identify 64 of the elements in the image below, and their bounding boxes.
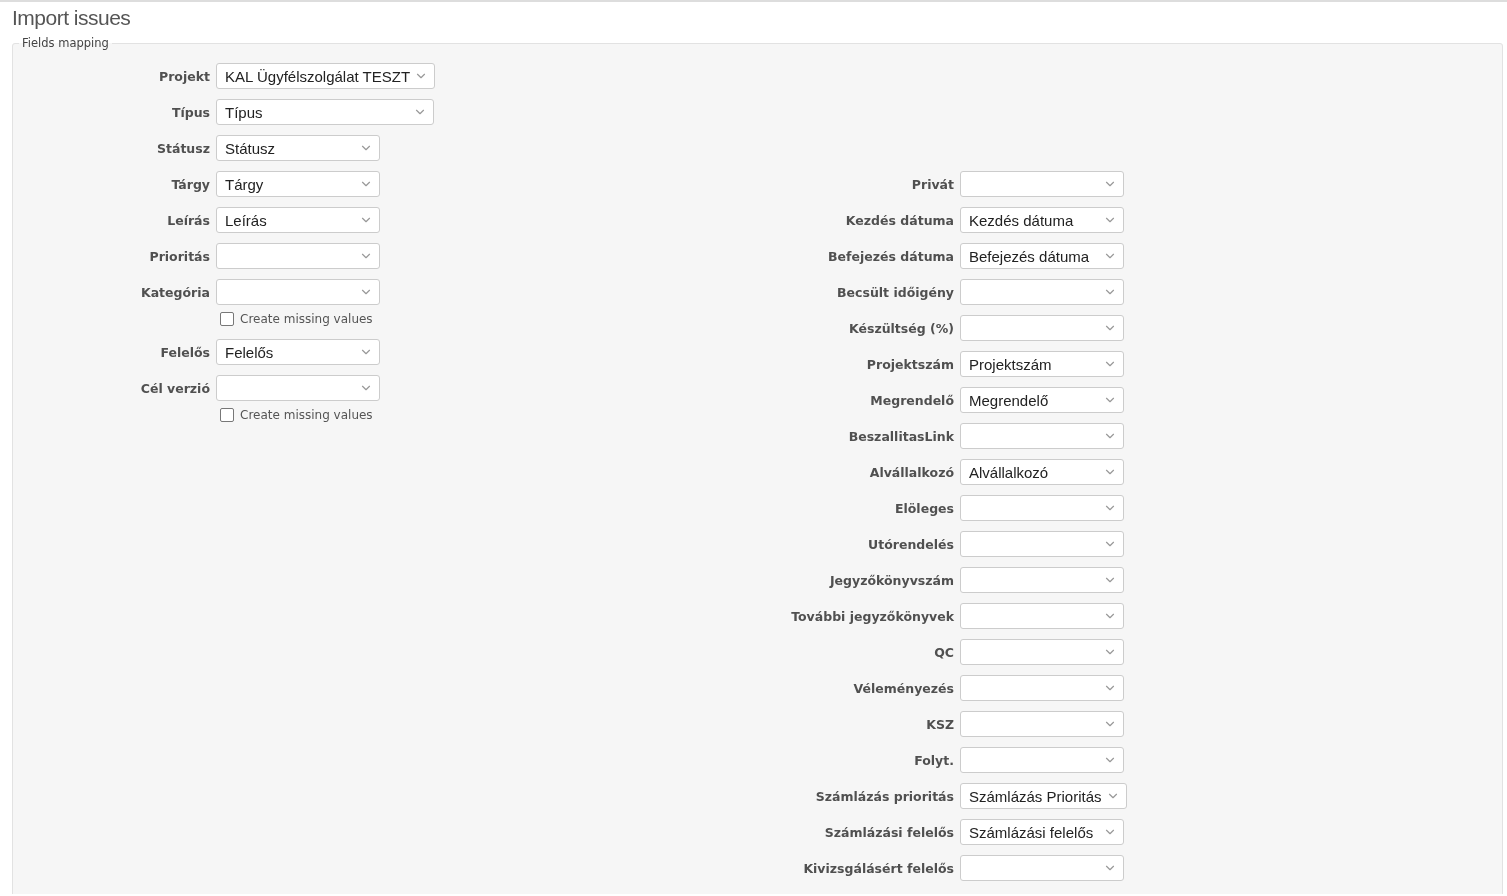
dropdown[interactable]: Leírás bbox=[216, 207, 380, 233]
field-label: Véleményezés bbox=[852, 680, 954, 696]
dropdown[interactable] bbox=[216, 243, 380, 269]
dropdown[interactable]: Megrendelő bbox=[960, 387, 1124, 413]
dropdown[interactable] bbox=[960, 747, 1124, 773]
dropdown[interactable]: Befejezés dátuma bbox=[960, 243, 1124, 269]
checkbox[interactable] bbox=[220, 407, 234, 422]
dropdown[interactable] bbox=[960, 675, 1124, 701]
dropdown[interactable] bbox=[216, 375, 380, 401]
field-label: Alvállalkozó bbox=[868, 464, 954, 480]
field-label: Jegyzőkönyvszám bbox=[828, 572, 954, 588]
checkbox-label: Create missing values bbox=[240, 311, 373, 326]
dropdown[interactable]: Számlázási felelős bbox=[960, 819, 1124, 845]
dropdown[interactable] bbox=[960, 531, 1124, 557]
dropdown[interactable] bbox=[960, 639, 1124, 665]
field-label: Projektszám bbox=[865, 356, 954, 372]
field-label: Típus bbox=[170, 104, 210, 120]
field-label: Felelős bbox=[159, 344, 210, 360]
field-label: KSZ bbox=[925, 716, 954, 732]
field-label: Befejezés dátuma bbox=[827, 248, 954, 264]
field-label: Becsült időigény bbox=[836, 284, 954, 300]
dropdown[interactable]: Státusz bbox=[216, 135, 380, 161]
page-title: Import issues bbox=[12, 6, 132, 30]
field-label: Kategória bbox=[140, 284, 210, 300]
field-label: Készültség (%) bbox=[848, 320, 954, 336]
panel-legend: Fields mapping bbox=[19, 36, 112, 50]
field-label: Státusz bbox=[156, 140, 210, 156]
dropdown[interactable] bbox=[960, 603, 1124, 629]
dropdown[interactable] bbox=[960, 711, 1124, 737]
dropdown[interactable]: Tárgy bbox=[216, 171, 380, 197]
field-label: Számlázási felelős bbox=[823, 824, 954, 840]
dropdown[interactable]: Alvállalkozó bbox=[960, 459, 1124, 485]
field-label: Projekt bbox=[158, 68, 210, 84]
field-label: További jegyzőkönyvek bbox=[790, 608, 954, 624]
field-label: Prioritás bbox=[148, 248, 210, 264]
field-label: Folyt. bbox=[913, 752, 954, 768]
dropdown[interactable] bbox=[960, 315, 1124, 341]
dropdown[interactable] bbox=[960, 495, 1124, 521]
dropdown[interactable] bbox=[216, 279, 380, 305]
field-label: Leírás bbox=[166, 212, 210, 228]
dropdown[interactable] bbox=[960, 279, 1124, 305]
field-label: Kezdés dátuma bbox=[844, 212, 954, 228]
dropdown[interactable]: KAL Ügyfélszolgálat TESZT bbox=[216, 63, 436, 89]
dropdown[interactable]: Típus bbox=[216, 99, 434, 125]
dropdown[interactable]: Kezdés dátuma bbox=[960, 207, 1124, 233]
field-label: Megrendelő bbox=[869, 392, 954, 408]
checkbox[interactable] bbox=[220, 311, 234, 326]
field-label: Privát bbox=[910, 176, 954, 192]
field-label: Kivizsgálásért felelős bbox=[802, 860, 954, 876]
field-label: Számlázás prioritás bbox=[814, 788, 954, 804]
dropdown[interactable]: Projektszám bbox=[960, 351, 1124, 377]
dropdown[interactable] bbox=[960, 567, 1124, 593]
dropdown[interactable]: Számlázás Prioritás bbox=[960, 783, 1127, 809]
field-label: QC bbox=[933, 644, 954, 660]
dropdown[interactable] bbox=[960, 171, 1124, 197]
field-label: Utórendelés bbox=[867, 536, 954, 552]
field-label: BeszallitasLink bbox=[847, 428, 954, 444]
checkbox-label: Create missing values bbox=[240, 407, 373, 422]
field-label: Tárgy bbox=[170, 176, 210, 192]
dropdown[interactable]: Felelős bbox=[216, 339, 380, 365]
dropdown[interactable] bbox=[960, 423, 1124, 449]
dropdown[interactable] bbox=[960, 855, 1124, 881]
field-label: Elöleges bbox=[893, 500, 954, 516]
field-label: Cél verzió bbox=[139, 380, 210, 396]
